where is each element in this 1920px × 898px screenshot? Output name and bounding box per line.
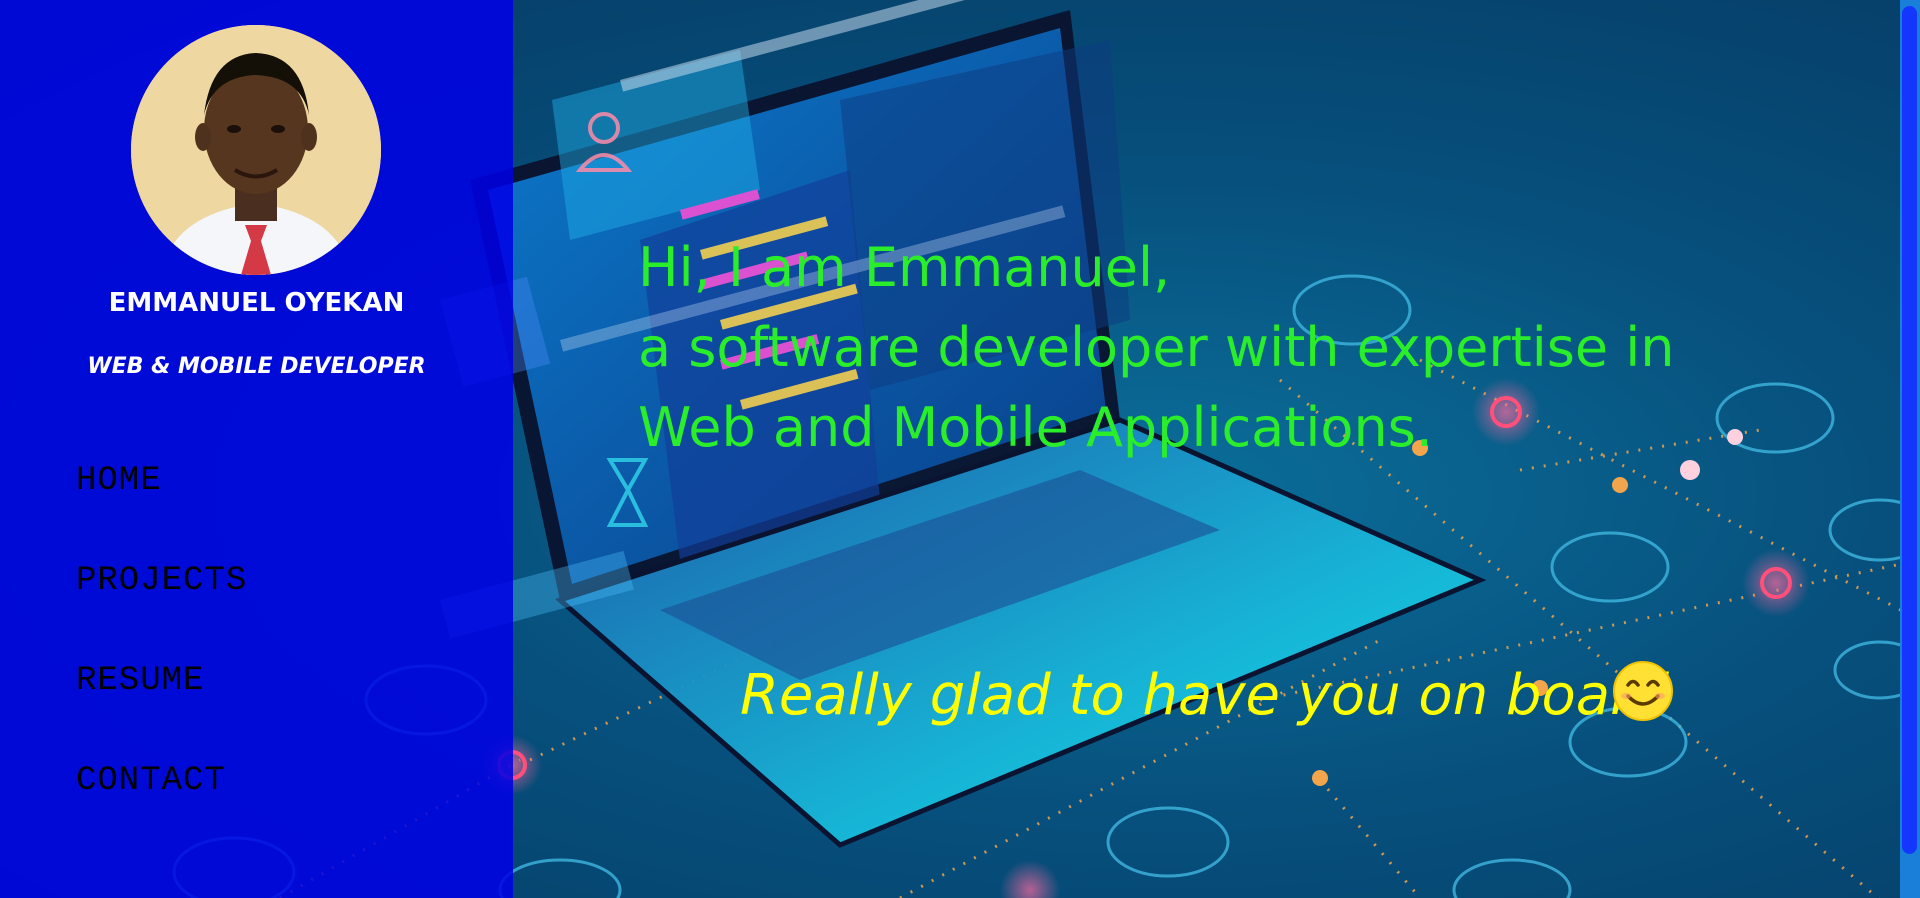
nav-item-home[interactable]: HOME [76, 462, 247, 562]
profile-name: EMMANUEL OYEKAN [108, 288, 405, 318]
welcome-message: Really glad to have you on board [740, 663, 1669, 728]
portfolio-page: EMMANUEL OYEKAN WEB & MOBILE DEVELOPER H… [0, 0, 1920, 898]
sidebar: EMMANUEL OYEKAN WEB & MOBILE DEVELOPER H… [0, 0, 513, 898]
nav-item-projects[interactable]: PROJECTS [76, 562, 247, 662]
main-nav: HOME PROJECTS RESUME CONTACT [76, 462, 247, 862]
intro-line-greeting: Hi, I am Emmanuel, [638, 236, 1171, 299]
intro-line-focus: Web and Mobile Applications. [638, 396, 1433, 459]
intro-text: Hi, I am Emmanuel, a software developer … [638, 228, 1675, 468]
intro-line-role: a software developer with expertise in [638, 316, 1675, 379]
page-scrollbar-thumb[interactable] [1902, 6, 1917, 854]
avatar [131, 25, 381, 275]
nav-item-resume[interactable]: RESUME [76, 662, 247, 762]
profile-role: WEB & MOBILE DEVELOPER [87, 354, 426, 379]
nav-item-contact[interactable]: CONTACT [76, 762, 247, 862]
profile-photo [131, 25, 381, 275]
smiling-face-icon [1613, 661, 1673, 721]
